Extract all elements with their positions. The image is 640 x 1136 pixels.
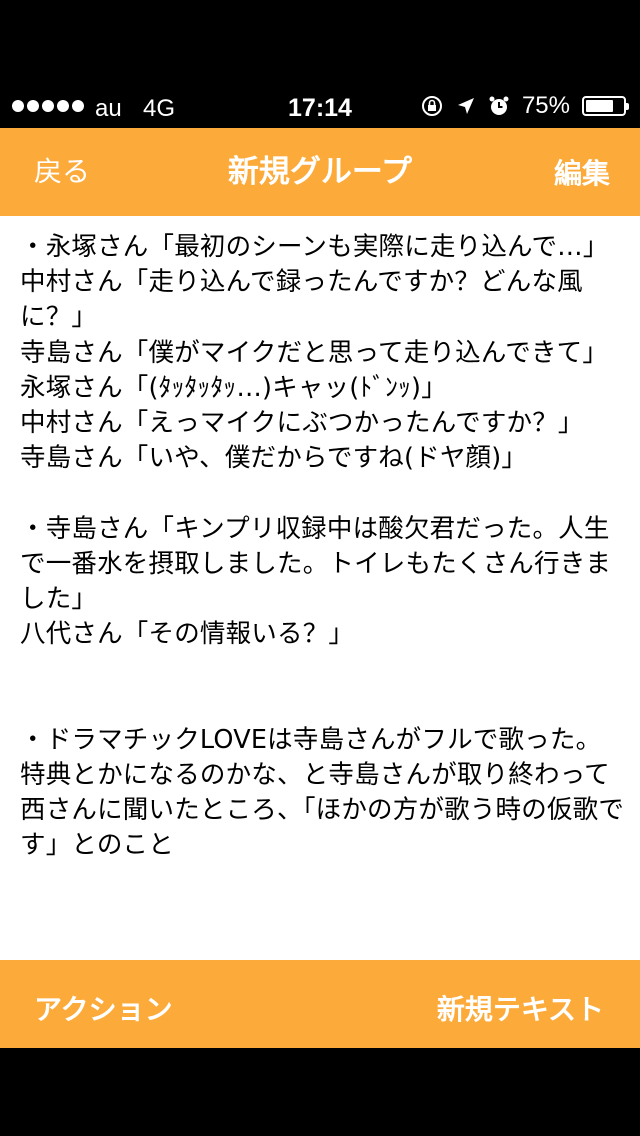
status-bar: au 4G 17:14 75% — [0, 0, 640, 128]
page-title: 新規グループ — [227, 154, 413, 190]
action-button[interactable]: アクション — [34, 988, 173, 1028]
alarm-icon — [489, 96, 509, 115]
note-text[interactable]: ・永塚さん「最初のシーンも実際に走り込んで…」 中村さん「走り込んで録ったんです… — [20, 230, 626, 864]
bottom-toolbar: アクション 新規テキスト — [0, 960, 640, 1048]
battery-icon — [582, 96, 629, 116]
bottom-safe-area — [0, 1048, 640, 1136]
edit-button[interactable]: 編集 — [554, 152, 610, 192]
battery-percentage: 75% — [521, 92, 570, 119]
battery-level-fill — [586, 100, 613, 112]
new-text-button[interactable]: 新規テキスト — [437, 988, 604, 1028]
status-right-group: 75% — [420, 92, 629, 120]
note-content-area[interactable]: ・永塚さん「最初のシーンも実際に走り込んで…」 中村さん「走り込んで録ったんです… — [0, 216, 640, 960]
location-arrow-icon — [457, 98, 474, 114]
status-bar-content: au 4G 17:14 75% — [0, 88, 640, 128]
orientation-lock-icon — [421, 96, 442, 116]
navigation-bar: 戻る 新規グループ 編集 — [0, 128, 640, 216]
